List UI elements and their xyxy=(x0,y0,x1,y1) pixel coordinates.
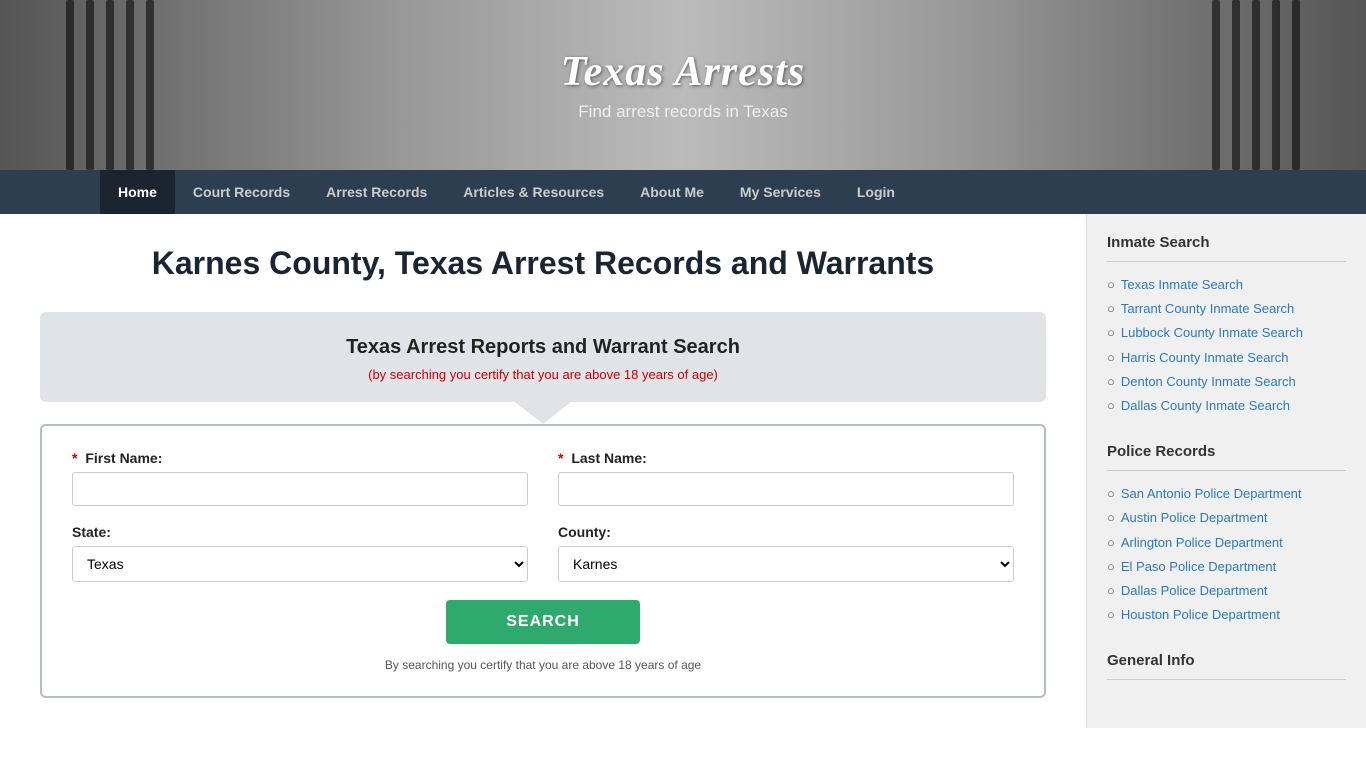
list-item: ○ San Antonio Police Department xyxy=(1107,485,1346,503)
general-info-divider xyxy=(1107,679,1346,680)
police-link-houston[interactable]: Houston Police Department xyxy=(1121,606,1280,624)
inmate-link-denton[interactable]: Denton County Inmate Search xyxy=(1121,373,1296,391)
police-link-el-paso[interactable]: El Paso Police Department xyxy=(1121,558,1276,576)
last-name-group: * Last Name: xyxy=(558,450,1014,506)
last-name-input[interactable] xyxy=(558,472,1014,506)
nav-link-services[interactable]: My Services xyxy=(722,170,839,214)
nav-link-home[interactable]: Home xyxy=(100,170,175,214)
inmate-link-dallas[interactable]: Dallas County Inmate Search xyxy=(1121,397,1290,415)
search-box-title: Texas Arrest Reports and Warrant Search xyxy=(70,336,1016,359)
police-link-austin[interactable]: Austin Police Department xyxy=(1121,509,1268,527)
police-records-list: ○ San Antonio Police Department ○ Austin P… xyxy=(1107,485,1346,624)
search-form-container: * First Name: * Last Name: xyxy=(40,424,1046,698)
nav-item-arrest-records[interactable]: Arrest Records xyxy=(308,170,445,214)
inmate-search-section: Inmate Search ○ Texas Inmate Search ○ Tarr… xyxy=(1107,234,1346,415)
list-item: ○ Houston Police Department xyxy=(1107,606,1346,624)
bullet-icon: ○ xyxy=(1107,510,1115,525)
inmate-link-lubbock[interactable]: Lubbock County Inmate Search xyxy=(1121,324,1303,342)
cert-text: By searching you certify that you are ab… xyxy=(72,658,1014,672)
header-content: Texas Arrests Find arrest records in Tex… xyxy=(561,48,805,122)
name-row: * First Name: * Last Name: xyxy=(72,450,1014,506)
list-item: ○ El Paso Police Department xyxy=(1107,558,1346,576)
site-title: Texas Arrests xyxy=(561,48,805,96)
general-info-section: General Info xyxy=(1107,652,1346,680)
first-name-label-text: First Name: xyxy=(85,450,162,466)
county-label: County: xyxy=(558,524,1014,540)
search-age-notice: (by searching you certify that you are a… xyxy=(70,367,1016,382)
list-item: ○ Harris County Inmate Search xyxy=(1107,349,1346,367)
nav-item-articles[interactable]: Articles & Resources xyxy=(445,170,622,214)
nav-item-login[interactable]: Login xyxy=(839,170,913,214)
nav-link-login[interactable]: Login xyxy=(839,170,913,214)
search-form: * First Name: * Last Name: xyxy=(72,450,1014,672)
first-name-input[interactable] xyxy=(72,472,528,506)
inmate-search-title: Inmate Search xyxy=(1107,234,1346,251)
state-select[interactable]: Texas xyxy=(72,546,528,582)
main-nav: Home Court Records Arrest Records Articl… xyxy=(0,170,1366,214)
police-records-title: Police Records xyxy=(1107,443,1346,460)
last-name-label: * Last Name: xyxy=(558,450,1014,466)
bullet-icon: ○ xyxy=(1107,398,1115,413)
location-row: State: Texas County: Karnes xyxy=(72,524,1014,582)
bullet-icon: ○ xyxy=(1107,374,1115,389)
search-button[interactable]: SEARCH xyxy=(446,600,640,644)
arrow-container xyxy=(40,402,1046,424)
state-group: State: Texas xyxy=(72,524,528,582)
last-name-required: * xyxy=(558,450,563,466)
bullet-icon: ○ xyxy=(1107,607,1115,622)
nav-link-arrest-records[interactable]: Arrest Records xyxy=(308,170,445,214)
last-name-label-text: Last Name: xyxy=(571,450,646,466)
list-item: ○ Tarrant County Inmate Search xyxy=(1107,300,1346,318)
inmate-link-harris[interactable]: Harris County Inmate Search xyxy=(1121,349,1289,367)
site-subtitle: Find arrest records in Texas xyxy=(561,102,805,122)
list-item: ○ Arlington Police Department xyxy=(1107,534,1346,552)
list-item: ○ Dallas County Inmate Search xyxy=(1107,397,1346,415)
nav-link-articles[interactable]: Articles & Resources xyxy=(445,170,622,214)
list-item: ○ Denton County Inmate Search xyxy=(1107,373,1346,391)
county-select[interactable]: Karnes xyxy=(558,546,1014,582)
first-name-label: * First Name: xyxy=(72,450,528,466)
police-link-arlington[interactable]: Arlington Police Department xyxy=(1121,534,1283,552)
bullet-icon: ○ xyxy=(1107,535,1115,550)
county-group: County: Karnes xyxy=(558,524,1014,582)
first-name-required: * xyxy=(72,450,77,466)
bar-left xyxy=(0,0,220,170)
arrow-down-icon xyxy=(515,402,571,424)
bullet-icon: ○ xyxy=(1107,350,1115,365)
general-info-title: General Info xyxy=(1107,652,1346,669)
nav-link-court-records[interactable]: Court Records xyxy=(175,170,308,214)
nav-item-about[interactable]: About Me xyxy=(622,170,722,214)
page-title: Karnes County, Texas Arrest Records and … xyxy=(40,244,1046,282)
sidebar: Inmate Search ○ Texas Inmate Search ○ Tarr… xyxy=(1086,214,1366,728)
nav-item-services[interactable]: My Services xyxy=(722,170,839,214)
inmate-search-list: ○ Texas Inmate Search ○ Tarrant County Inm… xyxy=(1107,276,1346,415)
inmate-link-texas[interactable]: Texas Inmate Search xyxy=(1121,276,1243,294)
bullet-icon: ○ xyxy=(1107,301,1115,316)
site-header: Texas Arrests Find arrest records in Tex… xyxy=(0,0,1366,170)
bullet-icon: ○ xyxy=(1107,583,1115,598)
search-box-header: Texas Arrest Reports and Warrant Search … xyxy=(40,312,1046,402)
bar-right xyxy=(1146,0,1366,170)
police-records-section: Police Records ○ San Antonio Police Depar… xyxy=(1107,443,1346,624)
inmate-divider xyxy=(1107,261,1346,262)
list-item: ○ Austin Police Department xyxy=(1107,509,1346,527)
nav-item-home[interactable]: Home xyxy=(100,170,175,214)
bullet-icon: ○ xyxy=(1107,277,1115,292)
police-divider xyxy=(1107,470,1346,471)
police-link-dallas[interactable]: Dallas Police Department xyxy=(1121,582,1268,600)
page-container: Karnes County, Texas Arrest Records and … xyxy=(0,214,1366,728)
bullet-icon: ○ xyxy=(1107,559,1115,574)
first-name-group: * First Name: xyxy=(72,450,528,506)
nav-link-about[interactable]: About Me xyxy=(622,170,722,214)
bullet-icon: ○ xyxy=(1107,486,1115,501)
nav-item-court-records[interactable]: Court Records xyxy=(175,170,308,214)
list-item: ○ Dallas Police Department xyxy=(1107,582,1346,600)
list-item: ○ Texas Inmate Search xyxy=(1107,276,1346,294)
police-link-san-antonio[interactable]: San Antonio Police Department xyxy=(1121,485,1302,503)
main-content: Karnes County, Texas Arrest Records and … xyxy=(0,214,1086,728)
inmate-link-tarrant[interactable]: Tarrant County Inmate Search xyxy=(1121,300,1294,318)
state-label: State: xyxy=(72,524,528,540)
list-item: ○ Lubbock County Inmate Search xyxy=(1107,324,1346,342)
bullet-icon: ○ xyxy=(1107,325,1115,340)
